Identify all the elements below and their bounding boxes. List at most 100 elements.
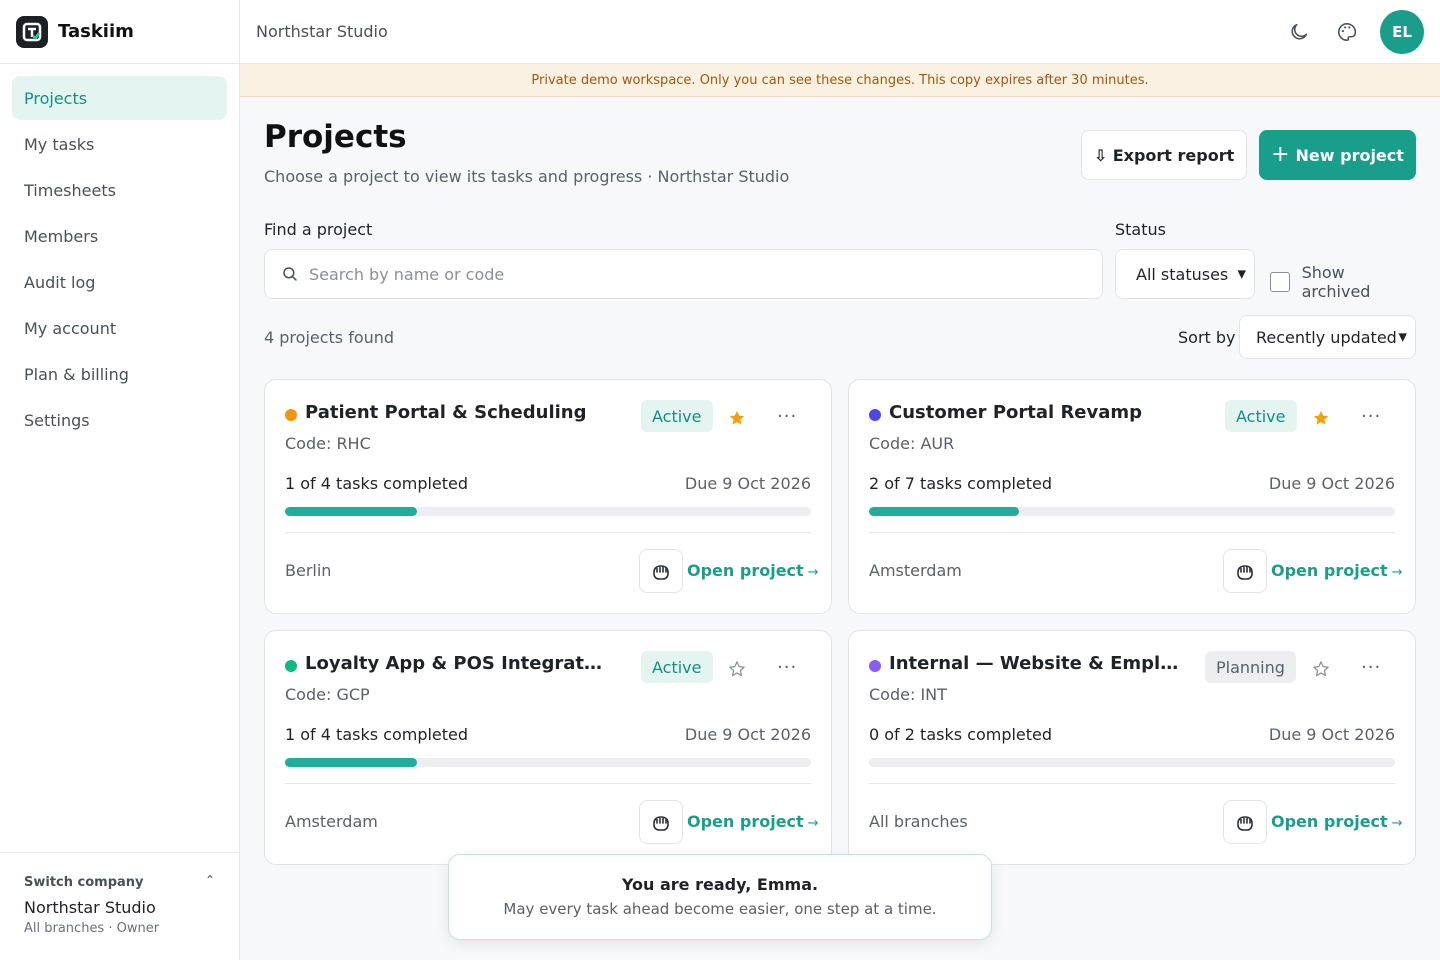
progress-bar bbox=[869, 507, 1395, 516]
project-code: Code: RHC bbox=[285, 434, 371, 453]
project-name[interactable]: Customer Portal Revamp bbox=[889, 402, 1142, 423]
sort-select[interactable]: Recently updated ▼ bbox=[1239, 315, 1416, 359]
plus-icon: + bbox=[1271, 142, 1290, 167]
arrow-right-icon: → bbox=[1391, 816, 1403, 831]
show-archived-toggle[interactable]: Show archived bbox=[1270, 263, 1416, 301]
divider bbox=[869, 532, 1395, 533]
sidebar-item-timesheets[interactable]: Timesheets bbox=[12, 168, 227, 212]
status-badge: Active bbox=[641, 400, 713, 432]
sidebar: Taskiim Projects My tasks Timesheets Mem… bbox=[0, 0, 240, 960]
star-icon[interactable] bbox=[1311, 659, 1331, 679]
project-color-dot bbox=[285, 409, 297, 421]
progress-fill bbox=[285, 507, 417, 516]
workspace-title: Northstar Studio bbox=[256, 22, 388, 41]
open-project-label: Open project bbox=[687, 561, 804, 580]
status-label: Status bbox=[1115, 220, 1166, 239]
open-project-link[interactable]: Open project → bbox=[687, 561, 819, 580]
company-switcher[interactable]: Switch company ⌃ Northstar Studio All br… bbox=[0, 852, 239, 960]
project-card[interactable]: Patient Portal & Scheduling Active ··· C… bbox=[264, 379, 832, 614]
new-project-button[interactable]: + New project bbox=[1259, 130, 1416, 180]
project-location: Amsterdam bbox=[869, 561, 962, 580]
hand-wave-icon[interactable] bbox=[639, 549, 683, 593]
sidebar-item-projects[interactable]: Projects bbox=[12, 76, 227, 120]
new-project-label: New project bbox=[1295, 145, 1404, 165]
project-name[interactable]: Loyalty App & POS Integration bbox=[305, 653, 605, 674]
toast-title: You are ready, Emma. bbox=[621, 875, 819, 894]
status-badge: Active bbox=[641, 651, 713, 683]
arrow-right-icon: → bbox=[807, 816, 819, 831]
page-title: Projects bbox=[264, 119, 407, 155]
star-icon[interactable] bbox=[727, 659, 747, 679]
status-badge: Active bbox=[1225, 400, 1297, 432]
progress-bar bbox=[285, 758, 811, 767]
hand-wave-icon[interactable] bbox=[639, 800, 683, 844]
more-options-icon[interactable]: ··· bbox=[1361, 657, 1381, 678]
project-color-dot bbox=[869, 660, 881, 672]
progress-fill bbox=[285, 758, 417, 767]
topbar-actions: EL bbox=[1284, 10, 1424, 54]
topbar: Northstar Studio EL bbox=[240, 0, 1440, 64]
project-code: Code: GCP bbox=[285, 685, 370, 704]
status-select-value: All statuses bbox=[1136, 264, 1229, 284]
sidebar-item-members[interactable]: Members bbox=[12, 214, 227, 258]
palette-icon[interactable] bbox=[1332, 17, 1362, 47]
project-location: All branches bbox=[869, 812, 968, 831]
results-count: 4 projects found bbox=[264, 328, 395, 347]
project-name[interactable]: Patient Portal & Scheduling bbox=[305, 402, 587, 423]
search-input[interactable] bbox=[309, 264, 1069, 284]
search-field[interactable] bbox=[264, 249, 1103, 299]
show-archived-label: Show archived bbox=[1301, 263, 1371, 301]
star-icon[interactable] bbox=[727, 408, 747, 428]
project-code: Code: INT bbox=[869, 685, 947, 704]
avatar[interactable]: EL bbox=[1380, 10, 1424, 54]
show-archived-checkbox[interactable] bbox=[1270, 272, 1290, 292]
sidebar-item-audit-log[interactable]: Audit log bbox=[12, 260, 227, 304]
hand-wave-icon[interactable] bbox=[1223, 800, 1267, 844]
moon-icon[interactable] bbox=[1284, 17, 1314, 47]
tasks-completed: 2 of 7 tasks completed bbox=[869, 474, 1053, 493]
tasks-completed: 1 of 4 tasks completed bbox=[285, 725, 469, 744]
find-project-label: Find a project bbox=[264, 220, 373, 239]
more-options-icon[interactable]: ··· bbox=[777, 657, 797, 678]
search-icon bbox=[283, 267, 297, 281]
taskiim-logo-icon bbox=[16, 15, 48, 48]
sidebar-item-settings[interactable]: Settings bbox=[12, 398, 227, 442]
status-select[interactable]: All statuses ▼ bbox=[1115, 249, 1255, 299]
project-location: Amsterdam bbox=[285, 812, 378, 831]
arrow-right-icon: → bbox=[1391, 565, 1403, 580]
project-card[interactable]: Customer Portal Revamp Active ··· Code: … bbox=[848, 379, 1416, 614]
progress-fill bbox=[869, 507, 1020, 516]
star-icon[interactable] bbox=[1311, 408, 1331, 428]
export-report-label: ⇩ Export report bbox=[1093, 145, 1235, 165]
toast-message: May every task ahead become easier, one … bbox=[503, 900, 937, 918]
sidebar-nav: Projects My tasks Timesheets Members Aud… bbox=[0, 64, 239, 456]
project-name[interactable]: Internal — Website & Employer ... bbox=[889, 653, 1189, 674]
sidebar-item-plan-billing[interactable]: Plan & billing bbox=[12, 352, 227, 396]
welcome-toast: You are ready, Emma. May every task ahea… bbox=[448, 854, 992, 940]
brand-name: Taskiim bbox=[58, 21, 134, 42]
project-card[interactable]: Loyalty App & POS Integration Active ···… bbox=[264, 630, 832, 865]
project-card[interactable]: Internal — Website & Employer ... Planni… bbox=[848, 630, 1416, 865]
open-project-link[interactable]: Open project → bbox=[687, 812, 819, 831]
company-role: All branches · Owner bbox=[24, 921, 160, 936]
page-subtitle: Choose a project to view its tasks and p… bbox=[264, 167, 790, 186]
sidebar-item-my-tasks[interactable]: My tasks bbox=[12, 122, 227, 166]
project-code: Code: AUR bbox=[869, 434, 955, 453]
hand-wave-icon[interactable] bbox=[1223, 549, 1267, 593]
sort-select-value: Recently updated bbox=[1256, 327, 1397, 347]
project-location: Berlin bbox=[285, 561, 332, 580]
due-date: Due 9 Oct 2026 bbox=[1268, 725, 1395, 744]
chevron-down-icon: ▼ bbox=[1398, 330, 1407, 344]
demo-banner: Private demo workspace. Only you can see… bbox=[240, 64, 1440, 97]
more-options-icon[interactable]: ··· bbox=[777, 406, 797, 427]
export-report-button[interactable]: ⇩ Export report bbox=[1081, 130, 1247, 180]
sidebar-item-my-account[interactable]: My account bbox=[12, 306, 227, 350]
more-options-icon[interactable]: ··· bbox=[1361, 406, 1381, 427]
tasks-completed: 0 of 2 tasks completed bbox=[869, 725, 1053, 744]
open-project-link[interactable]: Open project → bbox=[1271, 812, 1403, 831]
open-project-link[interactable]: Open project → bbox=[1271, 561, 1403, 580]
project-color-dot bbox=[285, 660, 297, 672]
chevron-up-icon: ⌃ bbox=[204, 873, 215, 887]
brand[interactable]: Taskiim bbox=[0, 0, 239, 64]
divider bbox=[285, 532, 811, 533]
